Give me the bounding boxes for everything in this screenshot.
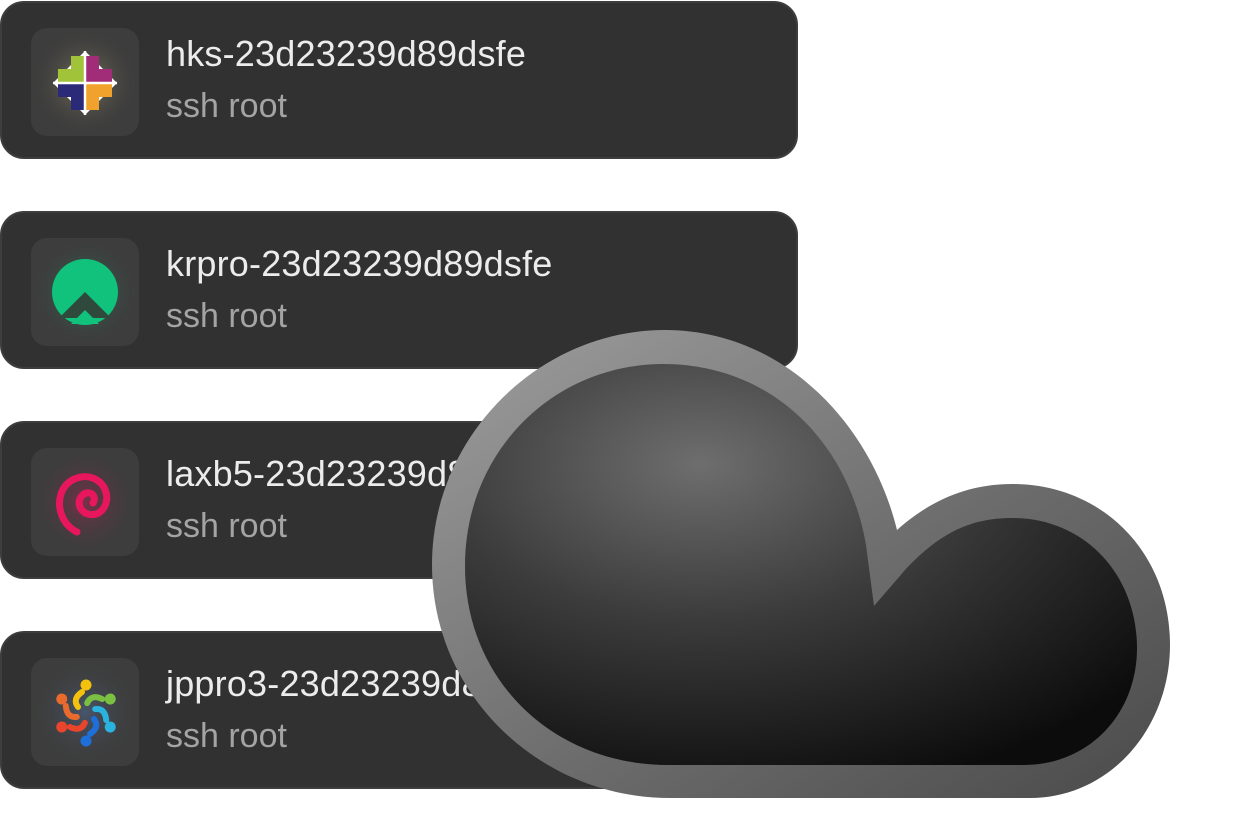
cloud-icon: [432, 330, 1170, 798]
